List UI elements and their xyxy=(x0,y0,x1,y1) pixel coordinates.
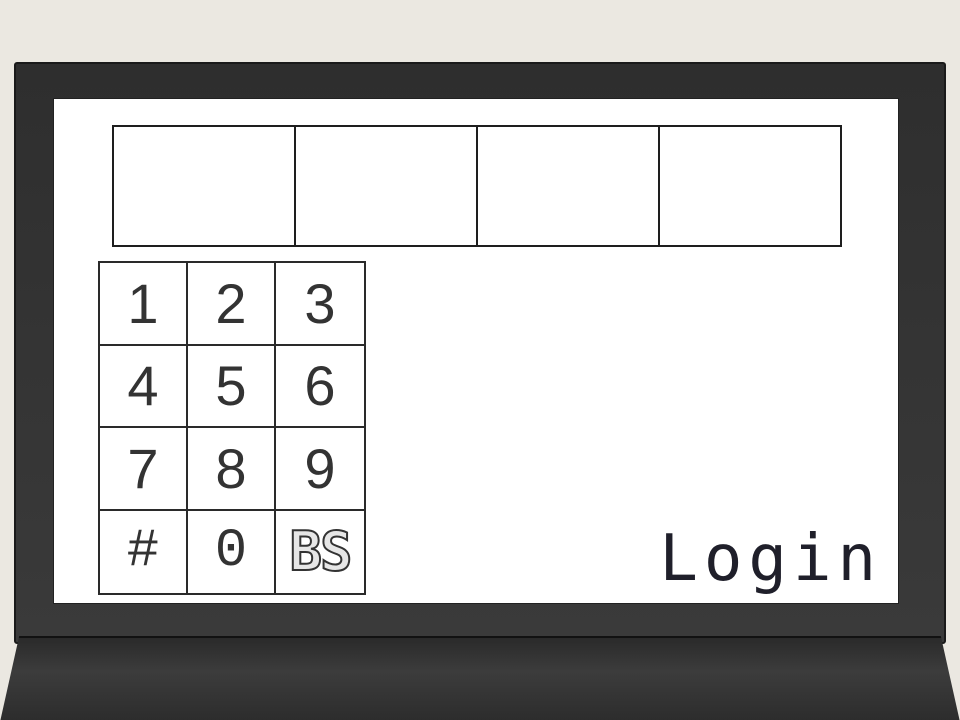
key-8[interactable]: 8 xyxy=(188,428,276,511)
backspace-key[interactable]: BS xyxy=(276,510,364,593)
key-hash[interactable]: # xyxy=(100,510,188,593)
pin-entry xyxy=(112,125,842,247)
key-6[interactable]: 6 xyxy=(276,345,364,428)
key-0[interactable]: 0 xyxy=(188,510,276,593)
key-5[interactable]: 5 xyxy=(188,345,276,428)
key-7[interactable]: 7 xyxy=(100,428,188,511)
login-screen: 1 2 3 4 5 6 7 8 9 # 0 BS Login xyxy=(53,98,899,604)
numeric-keypad: 1 2 3 4 5 6 7 8 9 # 0 BS xyxy=(98,261,366,595)
key-1[interactable]: 1 xyxy=(100,263,188,346)
key-2[interactable]: 2 xyxy=(188,263,276,346)
key-9[interactable]: 9 xyxy=(276,428,364,511)
laptop-base xyxy=(0,636,960,720)
pin-digit-box-3[interactable] xyxy=(478,127,660,245)
pin-digit-box-2[interactable] xyxy=(296,127,478,245)
pin-digit-box-4[interactable] xyxy=(660,127,840,245)
pin-digit-box-1[interactable] xyxy=(114,127,296,245)
key-4[interactable]: 4 xyxy=(100,345,188,428)
login-button[interactable]: Login xyxy=(659,527,882,591)
key-3[interactable]: 3 xyxy=(276,263,364,346)
